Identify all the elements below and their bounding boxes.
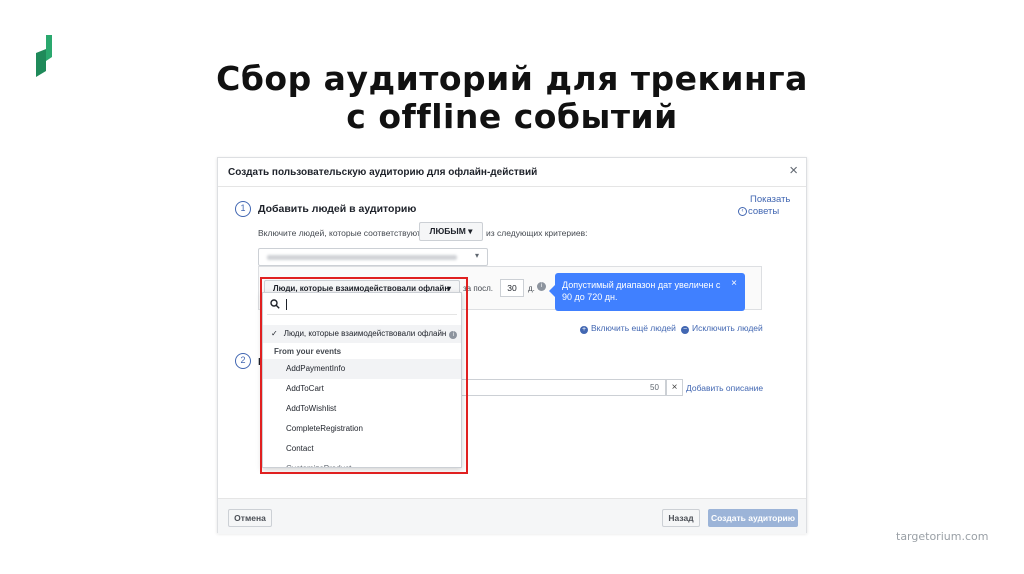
include-more-label: Включить ещё людей [591, 323, 676, 333]
include-prefix: Включите людей, которые соответствуют [258, 228, 421, 238]
clear-icon[interactable]: × [666, 379, 683, 396]
step-number-1: 1 [235, 201, 251, 217]
collapse-icon: ‹ [738, 206, 747, 216]
include-suffix: из следующих критериев: [486, 228, 588, 238]
show-tips-label2: советы [748, 206, 780, 217]
step-number-2: 2 [235, 353, 251, 369]
info-icon[interactable]: i [537, 282, 546, 291]
plus-icon: + [580, 326, 588, 334]
add-description-link[interactable]: Добавить описание [686, 383, 763, 393]
back-button[interactable]: Назад [662, 509, 700, 527]
retention-days-input[interactable]: 30 [500, 279, 524, 297]
step1-title: Добавить людей в аудиторию [258, 203, 417, 215]
offline-event-set-select[interactable]: ▾ [258, 248, 488, 266]
create-audience-button[interactable]: Создать аудиторию [708, 509, 798, 527]
tooltip-text: Допустимый диапазон дат увеличен с 90 до… [562, 280, 721, 302]
date-range-tooltip: Допустимый диапазон дат увеличен с 90 до… [549, 273, 745, 311]
cancel-button[interactable]: Отмена [228, 509, 272, 527]
match-type-select[interactable]: ЛЮБЫМ ▾ [419, 222, 483, 241]
chevron-down-icon: ▾ [468, 226, 473, 236]
audience-name-input[interactable] [458, 379, 666, 396]
match-type-value: ЛЮБЫМ [429, 226, 466, 236]
close-icon[interactable]: × [789, 162, 798, 179]
char-count: 50 [650, 383, 659, 392]
highlight-frame [260, 277, 468, 474]
show-tips-line2: ‹ советы [738, 206, 779, 218]
days-unit-label: д. [528, 284, 535, 293]
slide-title-line1: Сбор аудиторий для трекинга [216, 59, 808, 98]
slide-title: Сбор аудиторий для трекинга с offline со… [0, 60, 1024, 136]
chevron-down-icon: ▾ [474, 251, 479, 260]
dialog-footer: Отмена Назад Создать аудиторию [218, 498, 806, 534]
footer-brand: targetorium.com [896, 530, 989, 543]
show-tips-label: Показать [750, 194, 791, 205]
slide-title-line2: с offline событий [346, 97, 678, 136]
blurred-source-name [267, 255, 457, 260]
minus-icon: − [681, 326, 689, 334]
dialog-title: Создать пользовательскую аудиторию для о… [228, 167, 538, 178]
include-more-people-link[interactable]: + Включить ещё людей [580, 323, 676, 334]
exclude-people-link[interactable]: − Исключить людей [681, 323, 763, 334]
exclude-label: Исключить людей [692, 323, 763, 333]
dialog-header: Создать пользовательскую аудиторию для о… [218, 158, 806, 187]
close-icon[interactable]: × [731, 278, 737, 290]
